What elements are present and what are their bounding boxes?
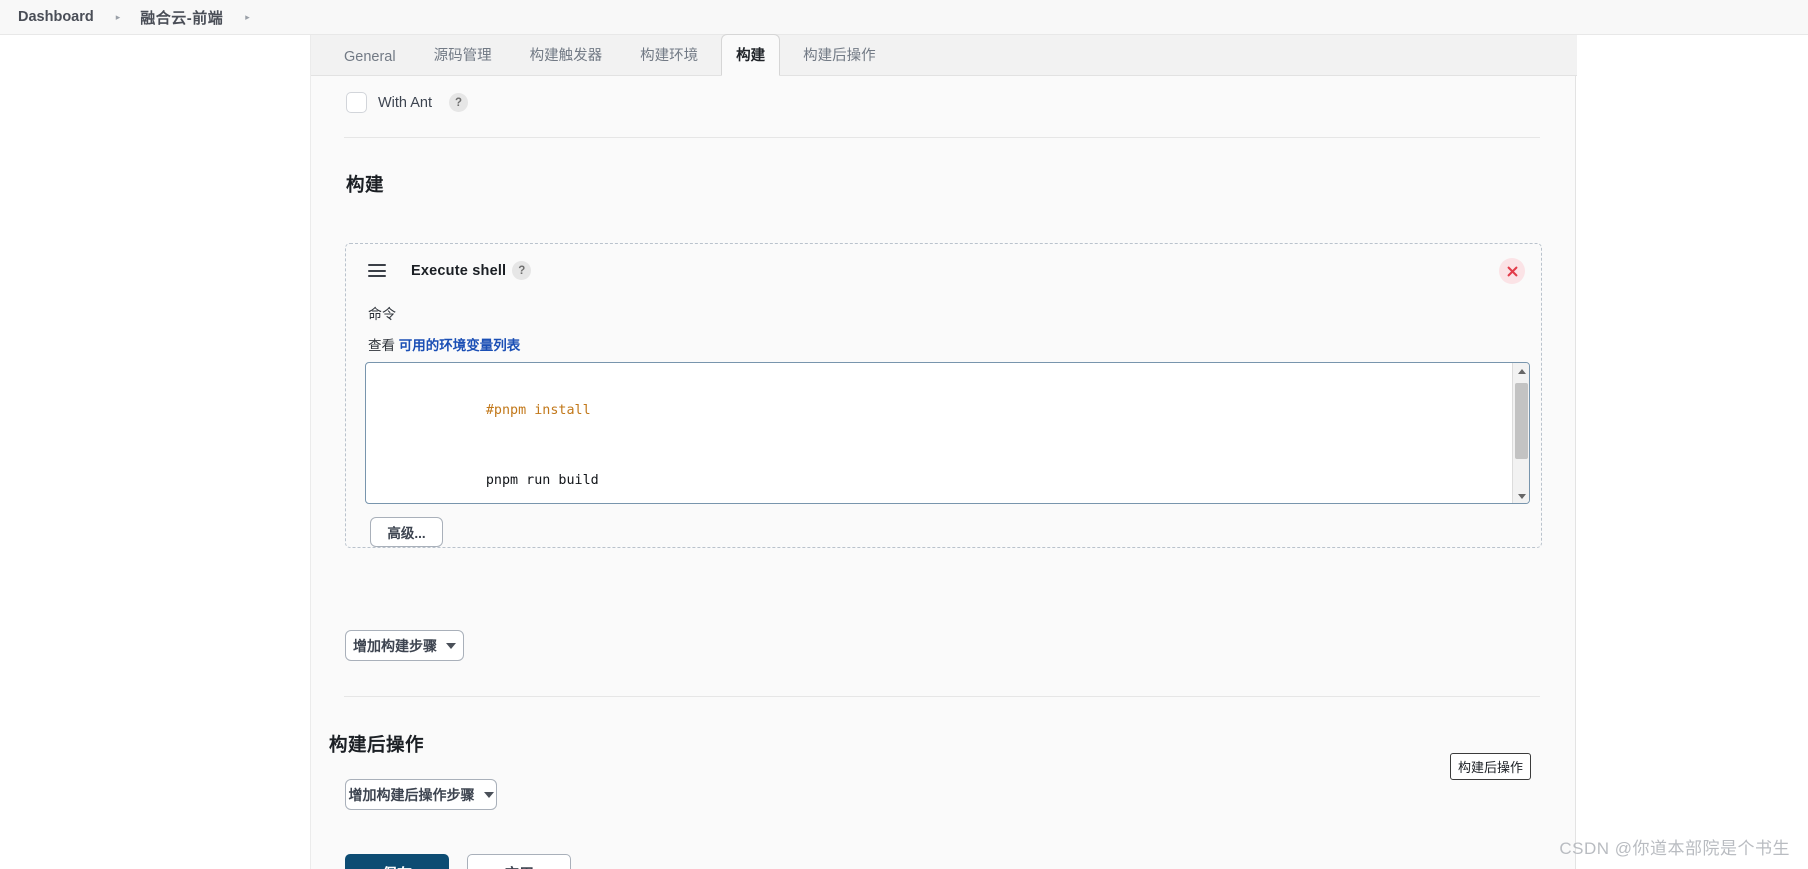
section-title-build: 构建	[346, 174, 385, 195]
divider-top	[344, 137, 1540, 138]
config-content: With Ant ? 构建 Execute shell ? 命令 查看 可用的环…	[311, 76, 1577, 869]
shell-command-editor[interactable]: #!/bin/sh #pnpm install pnpm run build c…	[365, 362, 1530, 504]
apply-button[interactable]: 应用	[467, 854, 571, 869]
tab-scm[interactable]: 源码管理	[419, 34, 507, 76]
with-ant-row[interactable]: With Ant ?	[346, 92, 468, 113]
breadcrumb-item-dashboard[interactable]: Dashboard	[14, 9, 98, 25]
code-line-1: pnpm run build	[485, 473, 599, 489]
add-build-step-label: 增加构建步骤	[353, 637, 437, 654]
watermark: CSDN @你道本部院是个书生	[1559, 839, 1790, 858]
section-title-post-build: 构建后操作	[329, 734, 425, 755]
add-post-build-step-label: 增加构建后操作步骤	[348, 786, 475, 803]
right-gutter	[1576, 35, 1808, 869]
breadcrumb: Dashboard ▸ 融合云-前端 ▸	[0, 0, 1808, 35]
env-vars-prefix: 查看	[368, 338, 395, 353]
chevron-down-icon	[446, 642, 456, 649]
shell-command-textarea[interactable]: #!/bin/sh #pnpm install pnpm run build c…	[366, 363, 1512, 503]
build-step-execute-shell: Execute shell ? 命令 查看 可用的环境变量列表 #!/b	[345, 243, 1542, 548]
breadcrumb-separator-icon: ▸	[115, 11, 121, 22]
tab-general[interactable]: General	[329, 39, 411, 76]
post-build-tooltip: 构建后操作	[1450, 753, 1532, 780]
scrollbar-thumb[interactable]	[1515, 383, 1528, 459]
add-post-build-step-button[interactable]: 增加构建后操作步骤	[345, 779, 497, 810]
breadcrumb-item-project[interactable]: 融合云-前端	[136, 7, 227, 28]
tab-build-triggers[interactable]: 构建触发器	[515, 34, 618, 76]
chevron-down-icon-2	[483, 791, 494, 798]
tab-build[interactable]: 构建	[721, 34, 781, 76]
env-vars-hint: 查看 可用的环境变量列表	[368, 334, 520, 354]
with-ant-checkbox[interactable]	[346, 92, 367, 113]
scroll-up-icon[interactable]	[1513, 363, 1529, 380]
remove-build-step-button[interactable]	[1499, 258, 1525, 284]
scroll-down-icon[interactable]	[1513, 488, 1529, 503]
page-body: General 源码管理 构建触发器 构建环境 构建 构建后操作 With An…	[0, 34, 1808, 869]
env-vars-link[interactable]: 可用的环境变量列表	[399, 338, 521, 353]
breadcrumb-separator-icon-2: ▸	[245, 11, 250, 22]
help-icon[interactable]: ?	[449, 93, 468, 112]
code-line-0: #pnpm install	[485, 403, 591, 419]
with-ant-label: With Ant	[378, 94, 432, 111]
divider-bottom	[344, 696, 1540, 697]
tab-build-env[interactable]: 构建环境	[625, 34, 713, 76]
left-gutter	[0, 35, 310, 869]
build-step-header: Execute shell ?	[368, 261, 532, 280]
editor-scrollbar[interactable]	[1512, 363, 1529, 503]
add-build-step-button[interactable]: 增加构建步骤	[345, 630, 464, 661]
build-step-title: Execute shell	[411, 262, 507, 279]
advanced-button[interactable]: 高级...	[370, 517, 443, 547]
config-tabs: General 源码管理 构建触发器 构建环境 构建 构建后操作	[311, 34, 1577, 76]
help-icon-execute-shell[interactable]: ?	[512, 261, 532, 280]
config-panel: General 源码管理 构建触发器 构建环境 构建 构建后操作 With An…	[310, 34, 1577, 869]
close-icon	[1507, 266, 1517, 276]
drag-handle-icon[interactable]	[368, 264, 386, 277]
command-label: 命令	[368, 306, 396, 322]
tab-post-build[interactable]: 构建后操作	[788, 34, 891, 76]
save-button[interactable]: 保存	[345, 854, 449, 869]
